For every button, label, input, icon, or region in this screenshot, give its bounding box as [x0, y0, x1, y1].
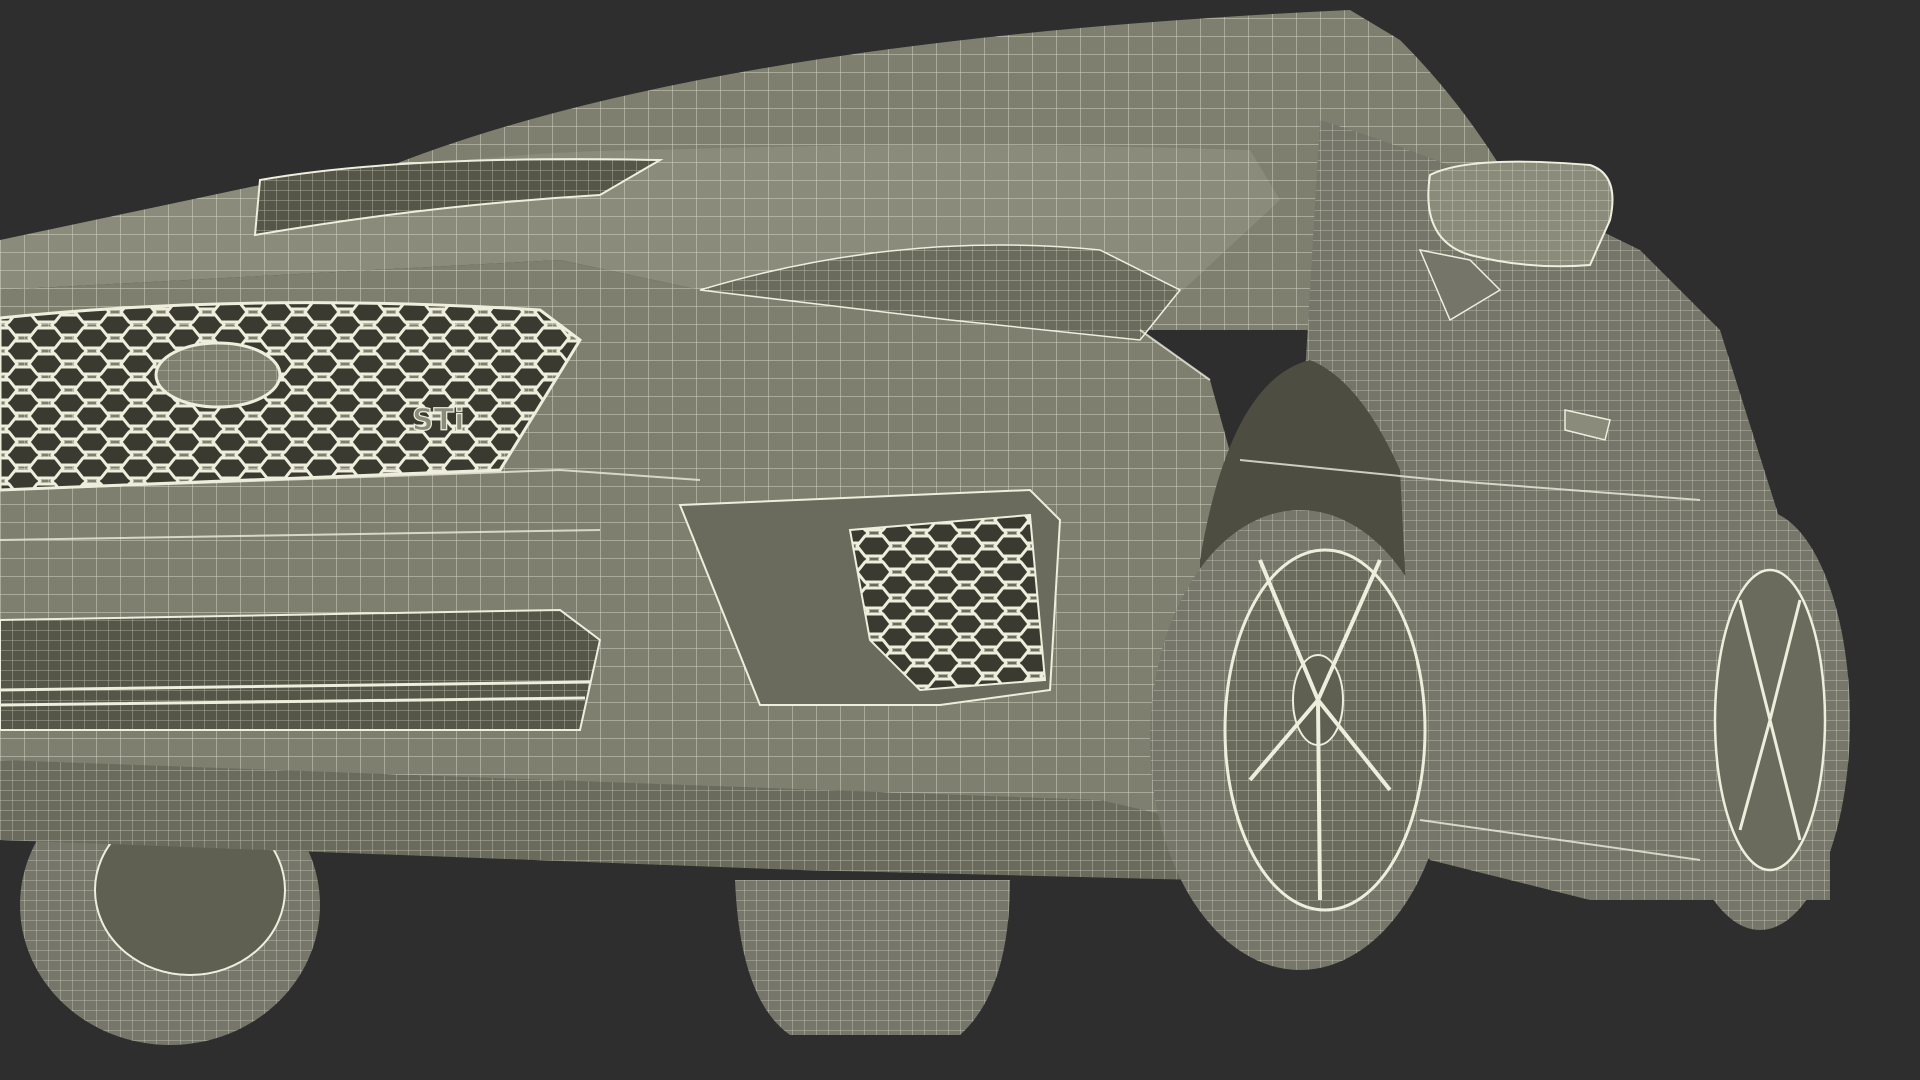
rear-center-wheel — [735, 880, 1010, 1035]
front-grille: STi — [0, 301, 582, 492]
rear-right-wheel — [1670, 510, 1850, 930]
front-right-wheel — [1150, 510, 1450, 970]
sti-badge: STi — [412, 403, 464, 438]
wireframe-scene: STi — [0, 0, 1920, 1080]
render-viewport: STi — [0, 0, 1920, 1080]
lower-intake — [0, 608, 602, 731]
